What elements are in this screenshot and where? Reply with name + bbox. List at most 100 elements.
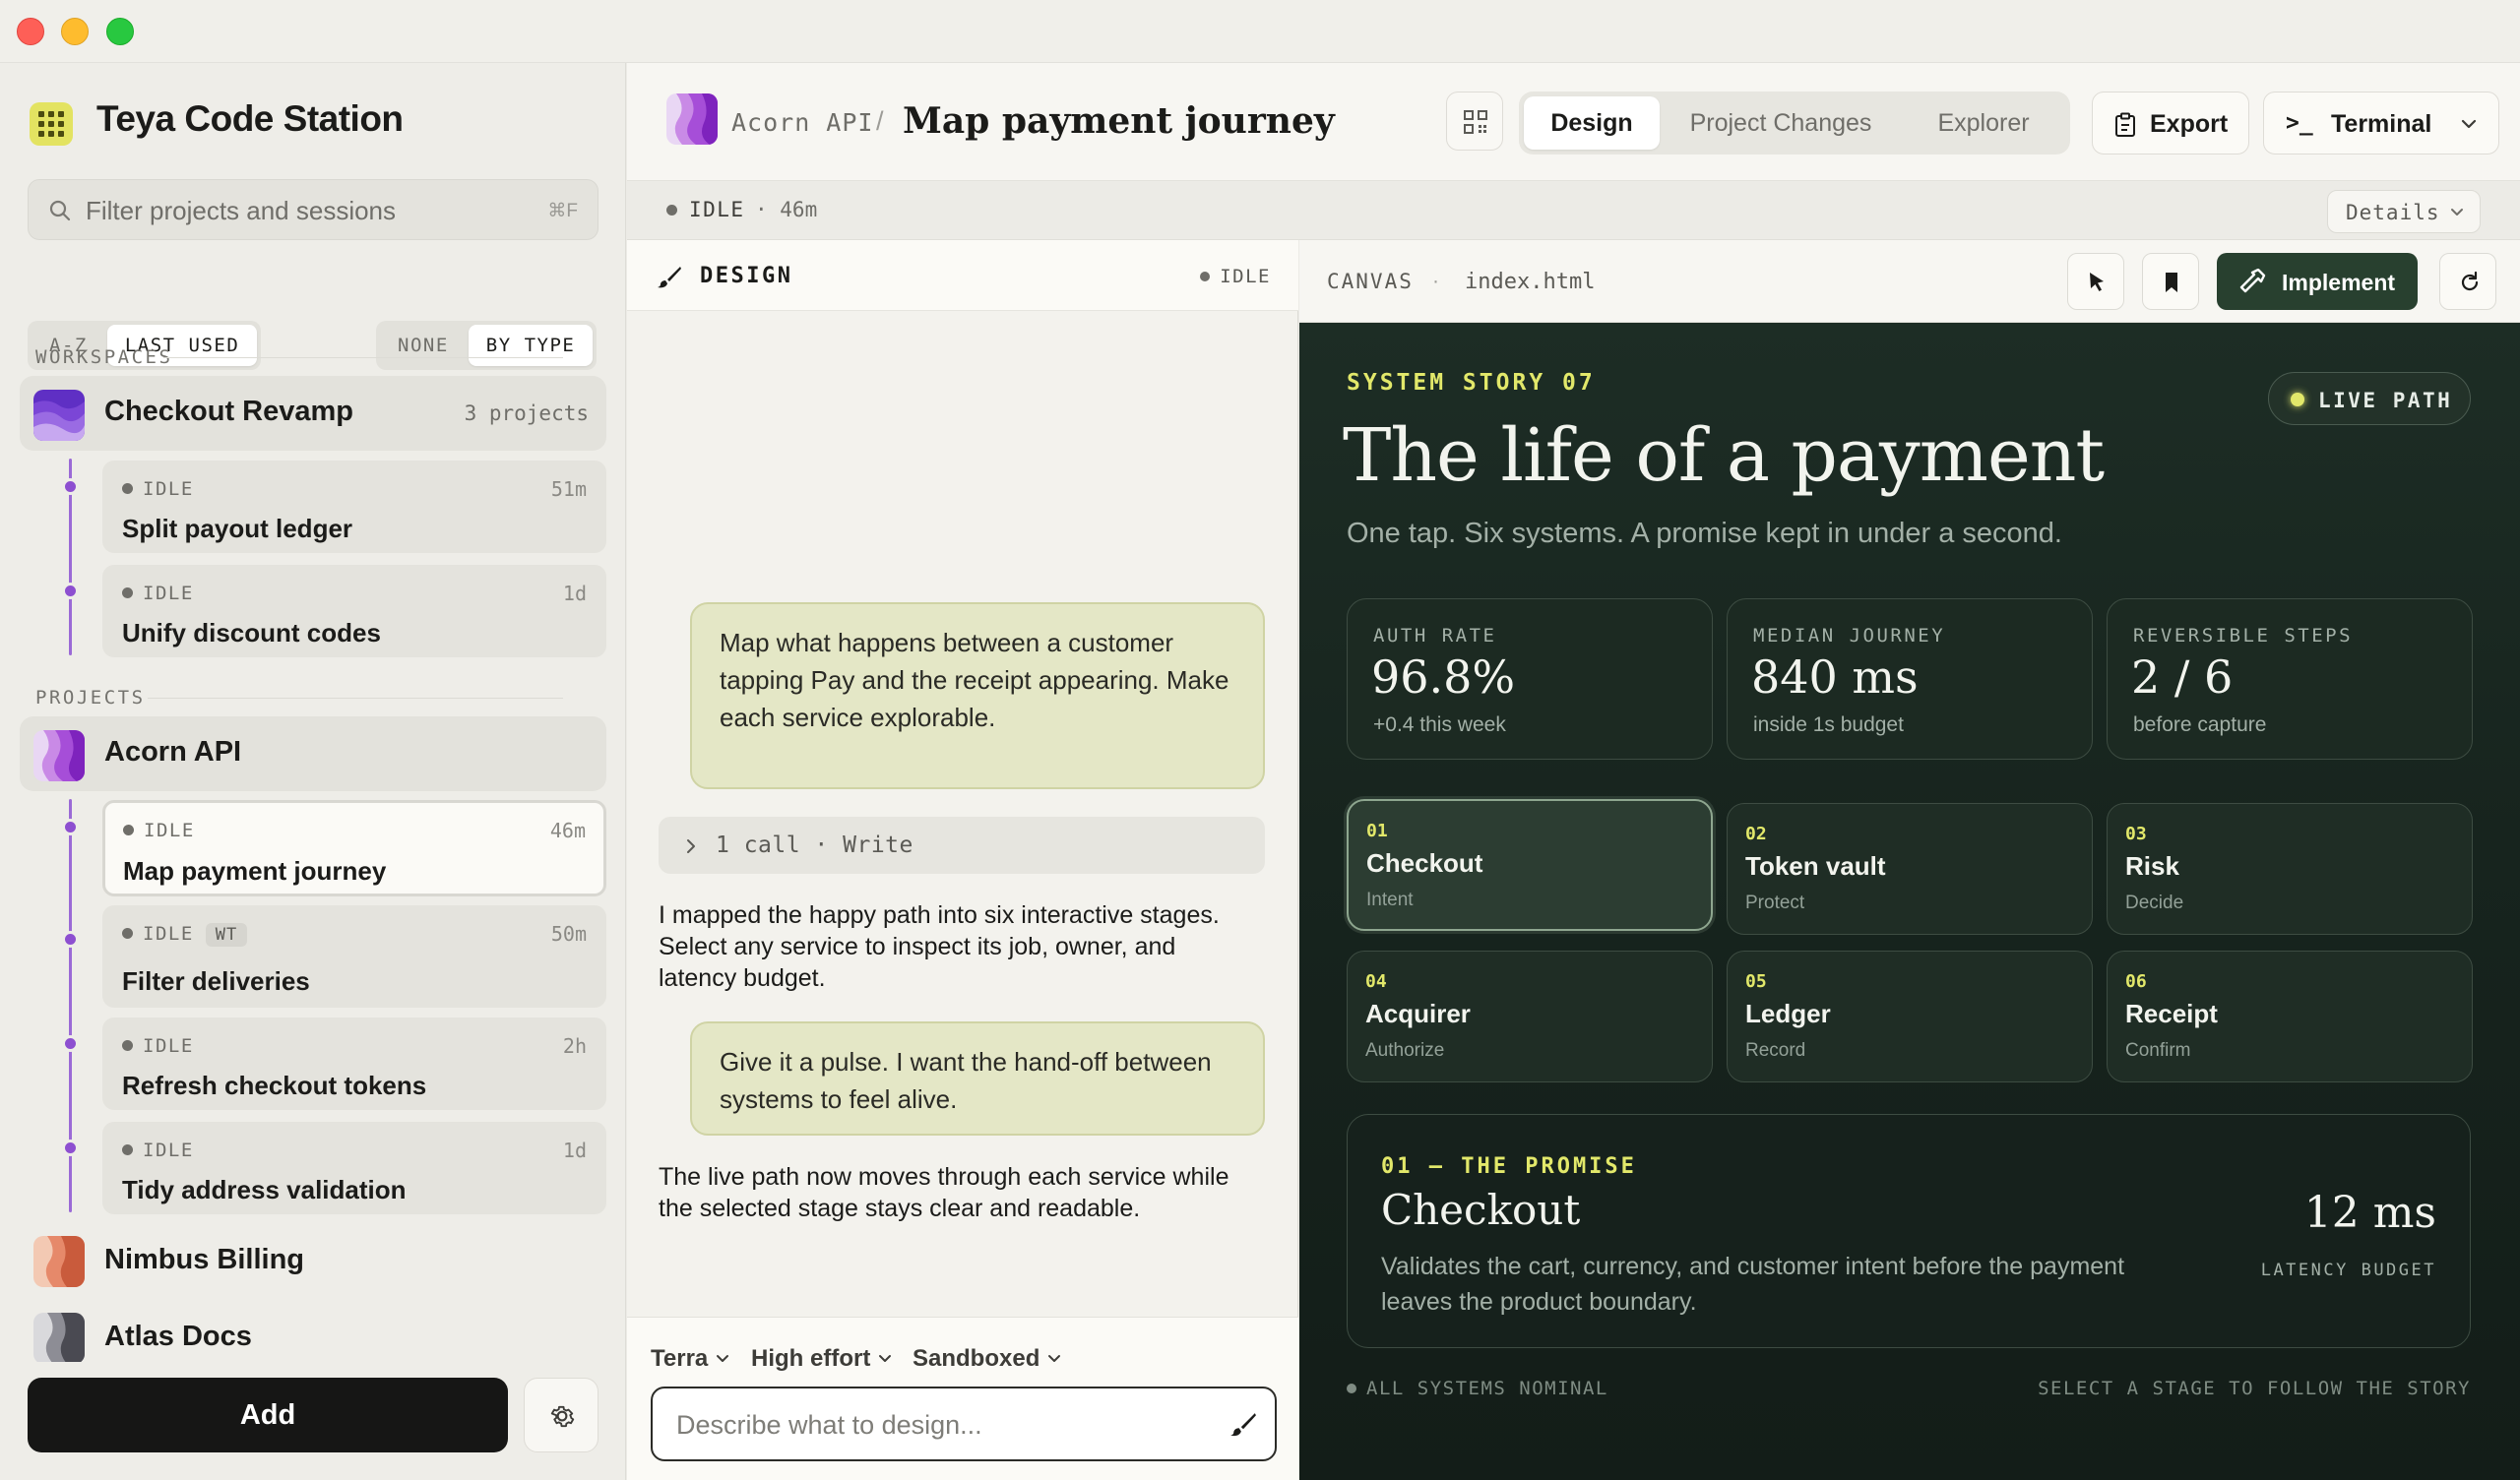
search-input[interactable]: Filter projects and sessions ⌘F bbox=[28, 179, 598, 240]
stage-token-vault[interactable]: 02 Token vault Protect bbox=[1727, 803, 2093, 935]
projects-heading: PROJECTS bbox=[35, 687, 146, 709]
story-kicker: SYSTEM STORY 07 bbox=[1347, 370, 1596, 396]
session-item-refresh-checkout-tokens[interactable]: IDLE 2h Refresh checkout tokens bbox=[102, 1018, 606, 1110]
qr-code-button[interactable] bbox=[1446, 92, 1503, 151]
tree-node bbox=[62, 819, 79, 835]
effort-select[interactable]: High effort bbox=[751, 1345, 892, 1373]
model-select[interactable]: Terra bbox=[651, 1345, 729, 1373]
stat-note: inside 1s budget bbox=[1753, 713, 1904, 736]
project-row-nimbus-billing[interactable]: Nimbus Billing bbox=[20, 1226, 606, 1297]
user-message: Give it a pulse. I want the hand-off bet… bbox=[690, 1021, 1265, 1136]
session-title: Filter deliveries bbox=[122, 966, 310, 996]
stage-role: Protect bbox=[1745, 893, 1805, 913]
stage-name: Acquirer bbox=[1365, 999, 1471, 1028]
terminal-label: Terminal bbox=[2331, 110, 2432, 138]
minimize-window-button[interactable] bbox=[61, 18, 89, 45]
chevron-down-icon bbox=[717, 1355, 729, 1362]
session-status: IDLE bbox=[666, 198, 745, 221]
stat-value: 2 / 6 bbox=[2131, 650, 2234, 704]
workspace-row-checkout-revamp[interactable]: Checkout Revamp 3 projects bbox=[20, 376, 606, 451]
session-time: 51m bbox=[550, 477, 587, 501]
chevron-down-icon bbox=[879, 1355, 892, 1362]
stage-name: Token vault bbox=[1745, 851, 1886, 881]
settings-button[interactable] bbox=[524, 1378, 598, 1452]
canvas-preview: SYSTEM STORY 07 LIVE PATH The life of a … bbox=[1299, 323, 2520, 1480]
zoom-window-button[interactable] bbox=[106, 18, 134, 45]
tab-project-changes[interactable]: Project Changes bbox=[1667, 96, 1895, 150]
system-status: ALL SYSTEMS NOMINAL bbox=[1347, 1378, 1608, 1399]
canvas-filename[interactable]: index.html bbox=[1465, 270, 1595, 294]
session-item-map-payment-journey[interactable]: IDLE 46m Map payment journey bbox=[102, 800, 606, 896]
implement-label: Implement bbox=[2282, 270, 2396, 295]
project-row-atlas-docs[interactable]: Atlas Docs bbox=[20, 1303, 606, 1362]
stat-note: before capture bbox=[2133, 713, 2267, 736]
export-label: Export bbox=[2150, 110, 2229, 138]
session-item-unify-discount-codes[interactable]: IDLE 1d Unify discount codes bbox=[102, 565, 606, 657]
refresh-icon bbox=[2461, 271, 2479, 291]
page-title: Map payment journey bbox=[903, 100, 1335, 142]
sandbox-select[interactable]: Sandboxed bbox=[913, 1345, 1061, 1373]
latency-label: LATENCY BUDGET bbox=[2260, 1261, 2436, 1280]
details-dropdown[interactable]: Details bbox=[2327, 190, 2481, 233]
stage-receipt[interactable]: 06 Receipt Confirm bbox=[2107, 951, 2473, 1082]
stat-card-median-journey: MEDIAN JOURNEY 840 ms inside 1s budget bbox=[1727, 598, 2093, 760]
implement-button[interactable]: Implement bbox=[2217, 253, 2418, 310]
workspaces-heading: WORKSPACES bbox=[35, 346, 173, 368]
stat-label: AUTH RATE bbox=[1373, 625, 1497, 647]
stage-name: Checkout bbox=[1366, 848, 1483, 878]
tool-call-summary: 1 call · Write bbox=[716, 832, 914, 858]
session-status: IDLE bbox=[122, 478, 194, 500]
qr-code-icon bbox=[1464, 110, 1487, 134]
add-button[interactable]: Add bbox=[28, 1378, 508, 1452]
export-button[interactable]: Export bbox=[2092, 92, 2249, 154]
stage-acquirer[interactable]: 04 Acquirer Authorize bbox=[1347, 951, 1713, 1082]
session-item-tidy-address-validation[interactable]: IDLE 1d Tidy address validation bbox=[102, 1122, 606, 1214]
refresh-button[interactable] bbox=[2439, 253, 2496, 310]
tab-explorer[interactable]: Explorer bbox=[1903, 96, 2064, 150]
divider bbox=[148, 698, 563, 699]
stage-number: 04 bbox=[1365, 971, 1387, 992]
bookmark-icon bbox=[2166, 273, 2177, 292]
stage-hint: SELECT A STAGE TO FOLLOW THE STORY bbox=[2038, 1378, 2471, 1399]
design-prompt-input[interactable]: Describe what to design... bbox=[651, 1387, 1277, 1461]
stage-detail-description: Validates the cart, currency, and custom… bbox=[1381, 1253, 2125, 1316]
tree-node bbox=[62, 583, 79, 599]
stage-checkout[interactable]: 01 Checkout Intent bbox=[1347, 799, 1713, 931]
select-tool-button[interactable] bbox=[2067, 253, 2124, 310]
close-window-button[interactable] bbox=[17, 18, 44, 45]
group-by-type-option[interactable]: BY TYPE bbox=[468, 325, 594, 366]
breadcrumb-project[interactable]: Acorn API bbox=[731, 108, 873, 137]
chevron-down-icon bbox=[1048, 1355, 1061, 1362]
worktree-badge: WT bbox=[205, 923, 248, 947]
window-titlebar bbox=[0, 0, 2520, 63]
bookmark-button[interactable] bbox=[2142, 253, 2199, 310]
stage-risk[interactable]: 03 Risk Decide bbox=[2107, 803, 2473, 935]
session-item-split-payout-ledger[interactable]: IDLE 51m Split payout ledger bbox=[102, 461, 606, 553]
project-icon bbox=[33, 1313, 85, 1362]
chevron-down-icon bbox=[2451, 209, 2463, 216]
stage-role: Record bbox=[1745, 1040, 1806, 1061]
canvas-separator: · bbox=[1432, 270, 1439, 292]
group-none-option[interactable]: NONE bbox=[380, 325, 467, 366]
tool-call-toggle[interactable]: 1 call · Write bbox=[659, 817, 1265, 874]
project-row-acorn-api[interactable]: Acorn API bbox=[20, 716, 606, 791]
story-headline: The life of a payment bbox=[1343, 413, 2105, 498]
hammer-icon bbox=[2239, 269, 2266, 293]
session-item-filter-deliveries[interactable]: IDLE WT 50m Filter deliveries bbox=[102, 905, 606, 1008]
tree-node bbox=[62, 478, 79, 495]
app-title: Teya Code Station bbox=[96, 98, 404, 139]
tab-design[interactable]: Design bbox=[1524, 96, 1660, 150]
live-path-toggle[interactable]: LIVE PATH bbox=[2268, 372, 2471, 425]
terminal-dropdown[interactable]: >_ Terminal bbox=[2263, 92, 2499, 154]
session-time: 2h bbox=[562, 1034, 587, 1058]
stage-number: 03 bbox=[2125, 824, 2147, 844]
session-time: 46m bbox=[549, 819, 586, 842]
latency-value: 12 ms bbox=[2303, 1188, 2436, 1238]
session-status: IDLE bbox=[122, 583, 194, 604]
project-icon bbox=[33, 1236, 85, 1287]
workspace-name: Checkout Revamp bbox=[104, 396, 354, 427]
stage-detail-kicker: 01 — THE PROMISE bbox=[1381, 1154, 1637, 1179]
stage-ledger[interactable]: 05 Ledger Record bbox=[1727, 951, 2093, 1082]
session-status: IDLE WT bbox=[122, 923, 248, 947]
tree-node bbox=[62, 931, 79, 948]
